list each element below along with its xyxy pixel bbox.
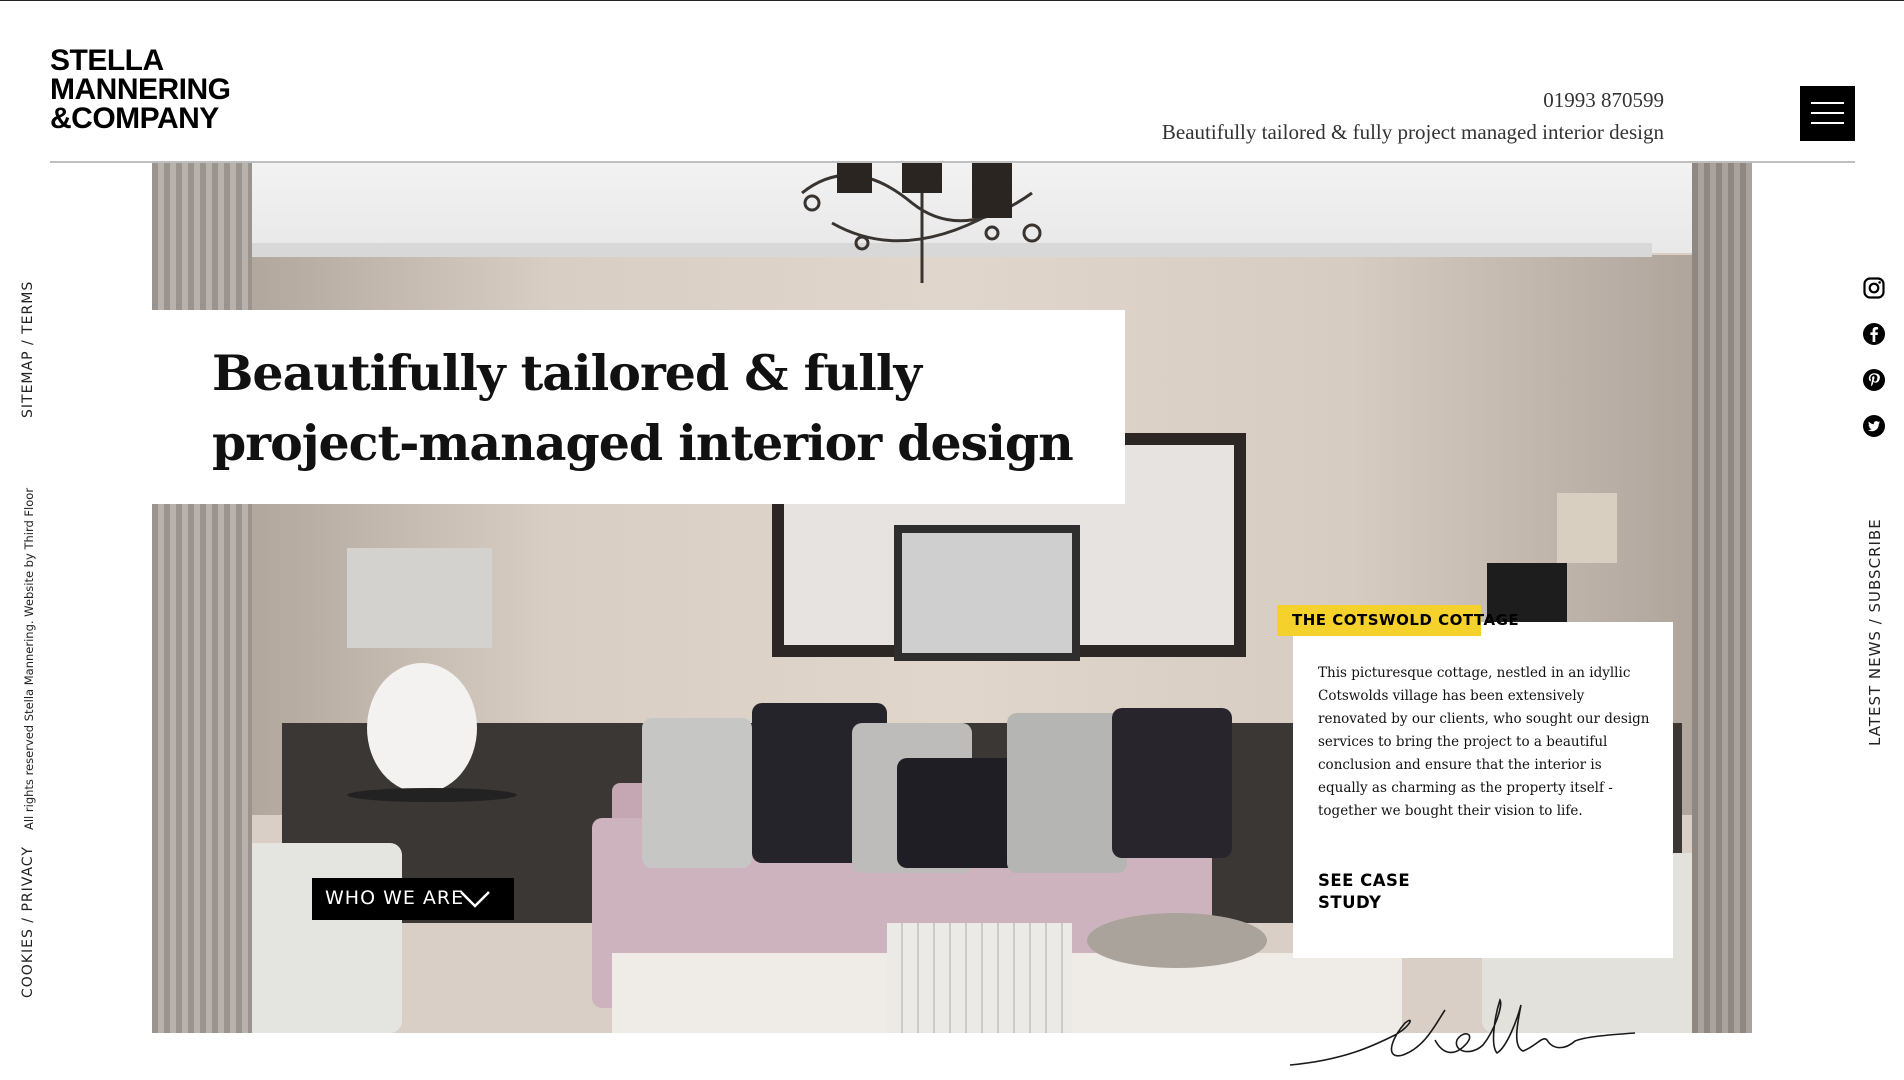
header-tagline: Beautifully tailored & fully project man…: [1161, 120, 1664, 144]
instagram-icon[interactable]: [1862, 276, 1886, 300]
hamburger-menu-icon-bar: [1811, 112, 1844, 114]
copyright-text: All rights reserved Stella Mannering. We…: [22, 487, 36, 830]
logo-line-2: MANNERING: [50, 73, 231, 106]
chevron-down-icon: [460, 891, 490, 908]
hero-title-box: Beautifully tailored & fully project-man…: [152, 310, 1125, 504]
phone-number[interactable]: 01993 870599: [1543, 88, 1664, 113]
hero-title: Beautifully tailored & fully project-man…: [212, 338, 1074, 478]
pinterest-icon[interactable]: [1862, 368, 1886, 392]
hamburger-menu-icon: [1811, 102, 1844, 104]
menu-button[interactable]: [1800, 86, 1855, 141]
latest-news-subscribe-link[interactable]: LATEST NEWS / SUBSCRIBE: [1866, 518, 1884, 746]
sitemap-terms-link[interactable]: SITEMAP / TERMS: [20, 281, 36, 418]
signature-logo: [1289, 998, 1636, 1066]
hero-title-line-1: Beautifully tailored & fully: [212, 344, 922, 402]
see-case-study-line-2: STUDY: [1318, 893, 1382, 912]
case-study-card: This picturesque cottage, nestled in an …: [1293, 622, 1673, 958]
top-border: [0, 0, 1904, 1]
see-case-study-link[interactable]: SEE CASE STUDY: [1318, 870, 1438, 914]
twitter-icon[interactable]: [1862, 414, 1886, 438]
facebook-icon[interactable]: [1862, 322, 1886, 346]
case-study-tag[interactable]: THE COTSWOLD COTTAGE: [1277, 605, 1519, 636]
who-we-are-label: WHO WE ARE: [325, 887, 465, 909]
logo-line-1: STELLA: [50, 44, 164, 77]
who-we-are-button[interactable]: WHO WE ARE: [312, 878, 514, 920]
hero-title-line-2: project-managed interior design: [212, 414, 1074, 472]
cookies-privacy-link[interactable]: COOKIES / PRIVACY: [20, 846, 36, 998]
hamburger-menu-icon-bar: [1811, 122, 1844, 124]
see-case-study-line-1: SEE CASE: [1318, 871, 1411, 890]
logo[interactable]: STELLA MANNERING &COMPANY: [50, 44, 265, 135]
case-study-tag-label: THE COTSWOLD COTTAGE: [1292, 611, 1520, 629]
logo-line-3: &COMPANY: [50, 102, 219, 135]
case-study-description: This picturesque cottage, nestled in an …: [1318, 665, 1650, 819]
